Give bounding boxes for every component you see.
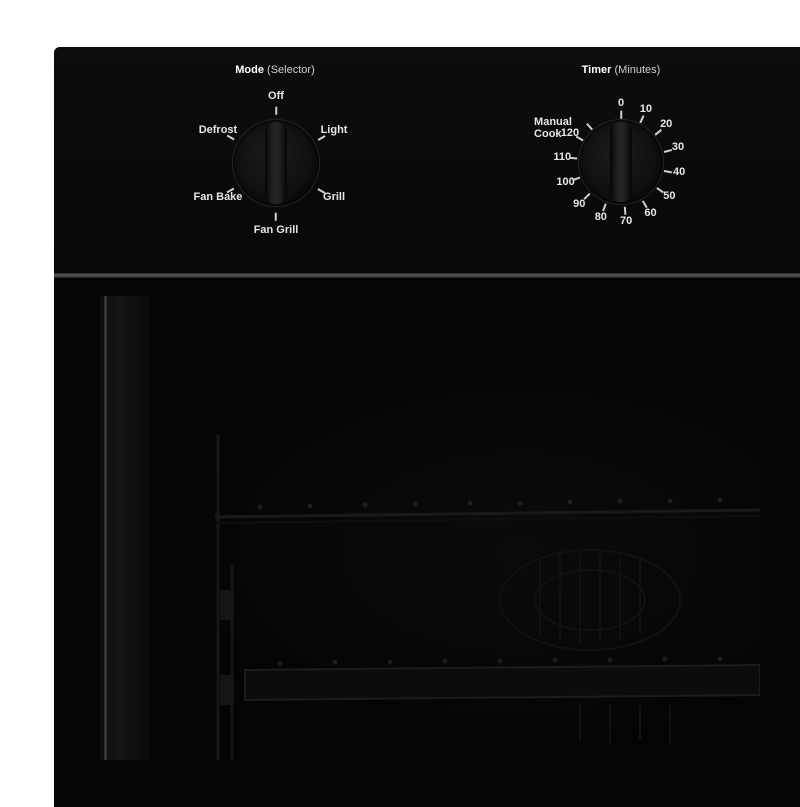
timer-label-0: 0 bbox=[617, 97, 625, 109]
door-edge-highlight bbox=[104, 296, 107, 760]
timer-label-50: 50 bbox=[663, 189, 676, 202]
mode-title-bold: Mode bbox=[235, 64, 264, 76]
timer-label-20: 20 bbox=[660, 118, 673, 131]
timer-label-80: 80 bbox=[594, 211, 607, 224]
mode-label-defrost: Defrost bbox=[198, 123, 238, 136]
mode-knob-grip[interactable] bbox=[265, 122, 287, 204]
oven-window bbox=[160, 345, 760, 760]
timer-label-100: 100 bbox=[556, 176, 575, 189]
timer-knob-title: Timer (Minutes) bbox=[582, 64, 661, 76]
timer-knob-grip[interactable] bbox=[610, 122, 632, 202]
timer-title-bold: Timer bbox=[581, 64, 612, 76]
upper-rack bbox=[214, 508, 760, 519]
baking-tray bbox=[244, 663, 760, 702]
mode-label-light: Light bbox=[320, 123, 348, 136]
upper-rack-pegs bbox=[257, 497, 723, 510]
timer-label-30: 30 bbox=[671, 140, 685, 153]
mode-label-fan-bake: Fan Bake bbox=[193, 190, 243, 203]
control-panel bbox=[54, 47, 800, 273]
door-handle[interactable] bbox=[100, 296, 150, 760]
fan-cover bbox=[499, 549, 681, 651]
timer-label-60: 60 bbox=[644, 207, 657, 220]
timer-label-40: 40 bbox=[672, 166, 686, 179]
timer-title-light: (Minutes) bbox=[614, 64, 661, 76]
mode-label-grill: Grill bbox=[323, 190, 346, 203]
mode-selector-knob[interactable] bbox=[233, 120, 319, 206]
timer-tick bbox=[620, 110, 622, 119]
mode-label-off: Off bbox=[268, 90, 284, 102]
timer-knob[interactable] bbox=[579, 120, 663, 204]
mode-tick bbox=[275, 106, 277, 115]
timer-label-manual-cook: Manual Cook bbox=[534, 116, 572, 140]
timer-label-10: 10 bbox=[639, 102, 653, 115]
mode-label-fan-grill: Fan Grill bbox=[253, 224, 299, 236]
mode-tick bbox=[275, 212, 277, 221]
oven-racks bbox=[214, 435, 760, 760]
timer-label-70: 70 bbox=[620, 214, 633, 227]
mode-title-light: (Selector) bbox=[267, 64, 315, 76]
mode-knob-title: Mode (Selector) bbox=[235, 64, 314, 76]
